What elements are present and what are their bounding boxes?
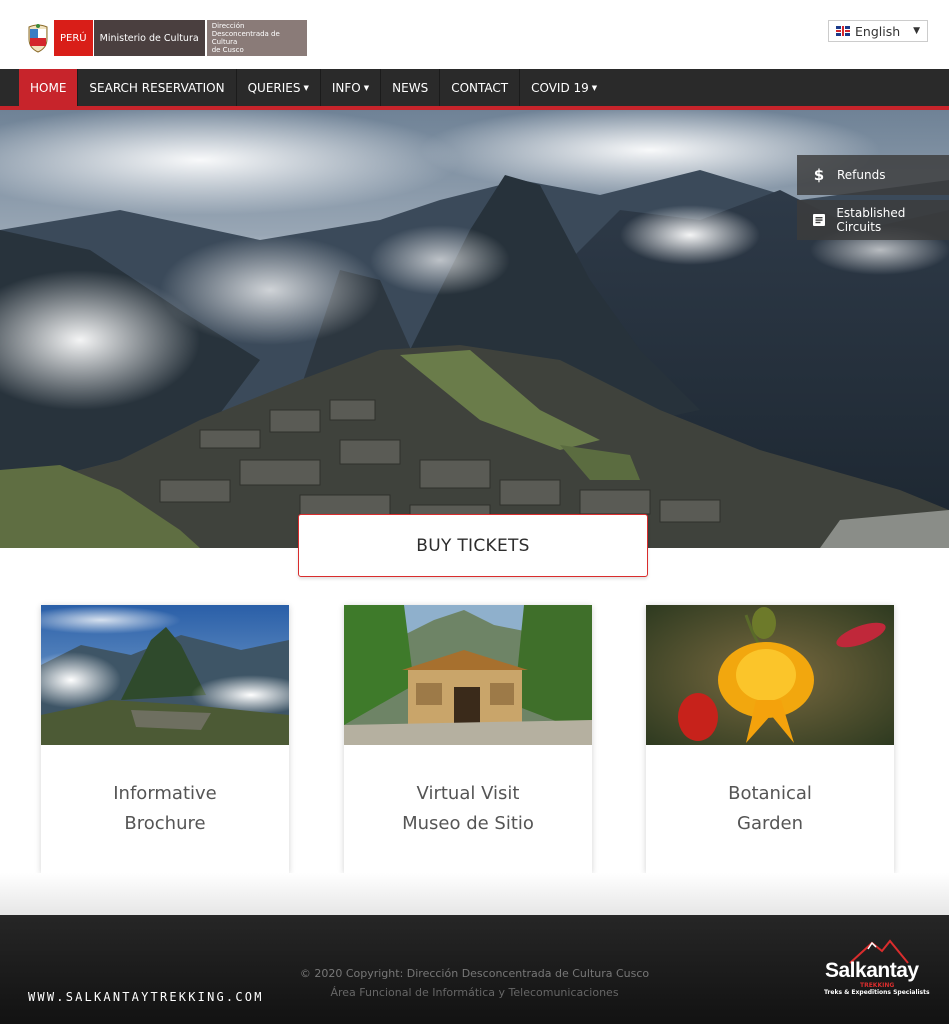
card-title-line2: Brochure [124, 813, 206, 834]
refunds-button[interactable]: $ Refunds [797, 155, 949, 195]
card-title-line1: Botanical [728, 783, 812, 804]
coat-of-arms-icon [24, 20, 52, 56]
ddc-label-line1: Dirección [211, 22, 245, 30]
card-title-line2: Museo de Sitio [402, 813, 534, 834]
uk-flag-icon [836, 26, 850, 36]
nav-label: QUERIES [247, 80, 301, 95]
ddc-label: Dirección Desconcentrada de Cultura de C… [204, 20, 307, 56]
nav-item-info[interactable]: INFO ▼ [321, 69, 382, 106]
dollar-icon: $ [813, 166, 825, 184]
salkantay-logo: Salkantay TREKKING Treks & Expeditions S… [820, 937, 930, 1001]
ddc-label-line3: de Cusco [211, 46, 244, 54]
machu-picchu-image [41, 605, 289, 745]
nav-label: CONTACT [451, 80, 509, 95]
peru-label: PERÚ [54, 20, 93, 56]
established-circuits-button[interactable]: Established Circuits [797, 200, 949, 240]
nav-label: COVID 19 [531, 80, 589, 95]
card-virtual-visit[interactable]: Virtual Visit Museo de Sitio [344, 605, 592, 873]
ministry-label: Ministerio de Cultura [92, 20, 205, 56]
nav-item-search-reservation[interactable]: SEARCH RESERVATION [78, 69, 237, 106]
copyright-text: © 2020 Copyright: Dirección Desconcentra… [299, 967, 650, 980]
card-informative-brochure[interactable]: Informative Brochure [41, 605, 289, 873]
nav-item-covid19[interactable]: COVID 19 ▼ [520, 69, 608, 106]
nav-item-contact[interactable]: CONTACT [440, 69, 521, 106]
nav-label: INFO [331, 80, 361, 95]
document-icon [811, 213, 826, 227]
language-label: English [855, 23, 901, 39]
card-title-line2: Garden [737, 813, 803, 834]
card-title: Botanical Garden [646, 745, 894, 873]
refunds-label: Refunds [837, 168, 886, 182]
ministry-logo[interactable]: PERÚ Ministerio de Cultura Dirección Des… [24, 20, 307, 56]
language-select[interactable]: English ▼ [828, 20, 928, 42]
footer: © 2020 Copyright: Dirección Desconcentra… [0, 915, 949, 1024]
nav-item-home[interactable]: HOME [19, 69, 79, 106]
card-title-line1: Informative [113, 783, 217, 804]
chevron-down-icon: ▼ [913, 26, 920, 36]
card-title-line1: Virtual Visit [416, 783, 520, 804]
brand-sub2: Treks & Expeditions Specialists [824, 989, 930, 996]
card-title: Virtual Visit Museo de Sitio [344, 745, 592, 873]
section-fade [0, 873, 949, 915]
caret-down-icon: ▼ [363, 83, 370, 92]
nav-item-queries[interactable]: QUERIES ▼ [237, 69, 321, 106]
nav-label: HOME [30, 80, 67, 95]
main-nav: HOME SEARCH RESERVATION QUERIES ▼ INFO ▼ N… [0, 69, 949, 106]
card-title: Informative Brochure [41, 745, 289, 873]
buy-tickets-button[interactable]: BUY TICKETS [298, 514, 648, 577]
orchid-flower-image [646, 605, 894, 745]
circuits-label: Established Circuits [836, 206, 906, 234]
brand-sub1: TREKKING [860, 982, 895, 989]
nav-item-news[interactable]: NEWS [381, 69, 441, 106]
website-watermark: WWW.SALKANTAYTREKKING.COM [28, 990, 264, 1004]
nav-label: NEWS [392, 80, 429, 95]
card-botanical-garden[interactable]: Botanical Garden [646, 605, 894, 873]
top-header: PERÚ Ministerio de Cultura Dirección Des… [0, 0, 949, 69]
brand-name: Salkantay [825, 959, 919, 982]
caret-down-icon: ▼ [591, 83, 598, 92]
nav-label: SEARCH RESERVATION [89, 80, 225, 95]
ddc-label-line2: Desconcentrada de Cultura [211, 30, 280, 46]
caret-down-icon: ▼ [303, 83, 309, 92]
museum-image [344, 605, 592, 745]
